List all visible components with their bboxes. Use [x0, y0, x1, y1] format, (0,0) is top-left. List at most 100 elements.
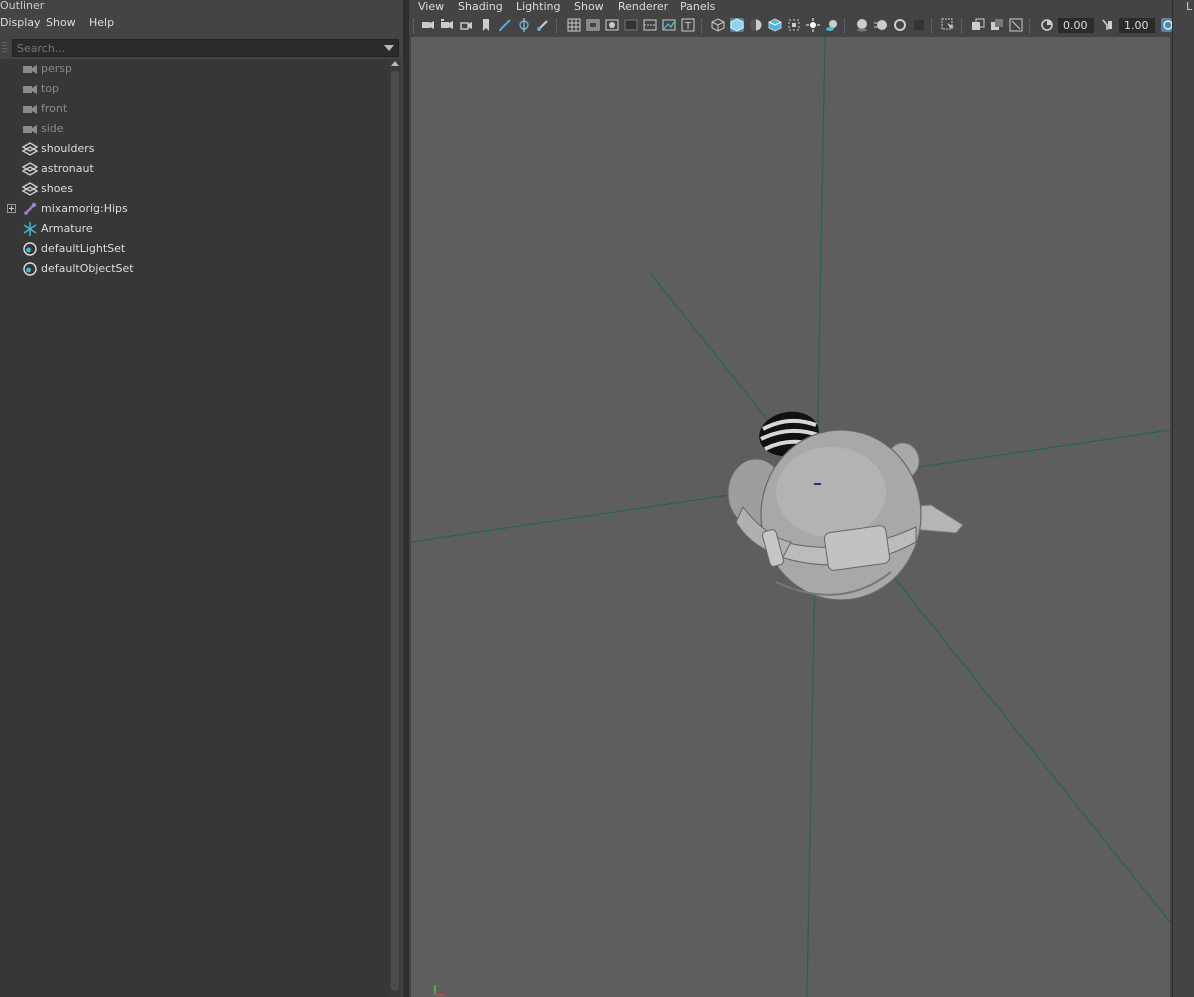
- gate-mask-icon[interactable]: [624, 18, 638, 32]
- tree-item-label: side: [41, 122, 64, 135]
- mesh-icon: [22, 142, 38, 156]
- screen-space-ao-icon[interactable]: [855, 18, 869, 32]
- axis-gizmo-icon: [434, 985, 445, 996]
- menu-lighting[interactable]: Lighting: [516, 0, 560, 14]
- camera-icon: [23, 105, 37, 114]
- menu-show[interactable]: Show: [574, 0, 604, 14]
- tree-item-defaultlightset[interactable]: defaultLightSet: [0, 239, 389, 259]
- toolbar-separator: [413, 19, 416, 33]
- tree-item-defaultobjectset[interactable]: defaultObjectSet: [0, 259, 389, 279]
- mesh-icon: [22, 162, 38, 176]
- camera-attributes-icon[interactable]: [440, 18, 454, 32]
- wireframe-icon[interactable]: [711, 18, 725, 32]
- xray-active-icon[interactable]: [990, 18, 1004, 32]
- camera-icon: [23, 65, 37, 74]
- shadows-icon[interactable]: [825, 18, 839, 32]
- tree-item-label: Armature: [41, 222, 93, 235]
- toolbar-separator: [961, 19, 964, 33]
- outliner-title: Outliner: [0, 0, 45, 12]
- exposure-icon[interactable]: [1040, 18, 1054, 32]
- search-dropdown-icon[interactable]: [384, 45, 394, 51]
- tree-item-top[interactable]: top: [0, 79, 389, 99]
- gamma-field[interactable]: 1.00: [1119, 18, 1155, 33]
- safe-action-icon[interactable]: [662, 18, 676, 32]
- safe-title-icon[interactable]: T: [681, 18, 695, 32]
- tree-item-persp[interactable]: persp: [0, 59, 389, 79]
- search-input[interactable]: [17, 40, 377, 56]
- outliner-menubar: Display Show Help: [0, 15, 403, 31]
- resolution-gate-icon[interactable]: [605, 18, 619, 32]
- menu-view[interactable]: View: [418, 0, 444, 14]
- toolbar-separator: [556, 19, 559, 33]
- tree-item-front[interactable]: front: [0, 99, 389, 119]
- antialiasing-icon[interactable]: [893, 18, 907, 32]
- isolate-select-icon[interactable]: [941, 18, 955, 32]
- scroll-up-arrow-icon[interactable]: [391, 61, 399, 66]
- tree-item-side[interactable]: side: [0, 119, 389, 139]
- set-icon: [23, 242, 37, 256]
- viewport-scene: [411, 37, 1170, 997]
- 3d-viewport[interactable]: [411, 37, 1170, 997]
- tree-item-mixamorig-hips[interactable]: mixamorig:Hips: [0, 199, 389, 219]
- tree-item-label: shoes: [41, 182, 73, 195]
- toolbar-separator: [1029, 19, 1032, 33]
- xray-joints-icon[interactable]: [971, 18, 985, 32]
- tree-item-label: persp: [41, 62, 72, 75]
- viewport-panel: View Shading Lighting Show Renderer Pane…: [409, 0, 1172, 997]
- right-panel-label: L: [1186, 0, 1193, 13]
- grid-icon[interactable]: [567, 18, 581, 32]
- tree-item-label: mixamorig:Hips: [41, 202, 128, 215]
- default-material-icon[interactable]: [749, 18, 763, 32]
- toolbar-separator: [931, 19, 934, 33]
- select-camera-icon[interactable]: [421, 18, 435, 32]
- use-all-lights-icon[interactable]: [806, 18, 820, 32]
- motion-blur-icon[interactable]: [874, 18, 888, 32]
- tree-item-label: defaultLightSet: [41, 242, 126, 255]
- tree-item-label: top: [41, 82, 60, 95]
- 2d-pan-zoom-icon[interactable]: [517, 18, 531, 32]
- camera-icon: [23, 125, 37, 134]
- exposure-field[interactable]: 0.00: [1058, 18, 1094, 33]
- grip-handle-icon[interactable]: [2, 40, 8, 56]
- tree-item-label: front: [41, 102, 68, 115]
- menu-panels[interactable]: Panels: [680, 0, 715, 14]
- xray-icon[interactable]: [787, 18, 801, 32]
- smooth-shade-all-icon[interactable]: [730, 18, 744, 32]
- expand-icon[interactable]: [7, 204, 16, 213]
- wireframe-on-shaded-icon[interactable]: [768, 18, 782, 32]
- astronaut-model: [727, 411, 964, 601]
- set-icon: [23, 262, 37, 276]
- tree-item-armature[interactable]: Armature: [0, 219, 389, 239]
- toolbar-separator: [701, 19, 704, 33]
- tree-item-label: shoulders: [41, 142, 95, 155]
- tree-item-astronaut[interactable]: astronaut: [0, 159, 389, 179]
- outliner-scrollbar[interactable]: [389, 59, 401, 997]
- menu-shading[interactable]: Shading: [458, 0, 503, 14]
- bookmarks-icon[interactable]: [459, 18, 473, 32]
- joint-icon: [24, 202, 37, 215]
- menu-show[interactable]: Show: [46, 15, 76, 31]
- color-management-icon[interactable]: [1161, 18, 1172, 32]
- hud-icon[interactable]: [1009, 18, 1023, 32]
- viewport-menubar: View Shading Lighting Show Renderer Pane…: [409, 0, 1172, 14]
- tree-item-shoulders[interactable]: shoulders: [0, 139, 389, 159]
- film-gate-icon[interactable]: [586, 18, 600, 32]
- menu-help[interactable]: Help: [89, 15, 114, 31]
- svg-text:T: T: [684, 21, 692, 32]
- depth-of-field-icon[interactable]: [912, 18, 926, 32]
- gamma-icon[interactable]: [1100, 18, 1114, 32]
- menu-renderer[interactable]: Renderer: [618, 0, 668, 14]
- menu-display[interactable]: Display: [0, 15, 41, 31]
- viewport-toolbar: T 0.00 1.00: [409, 16, 1172, 36]
- image-plane-icon[interactable]: [479, 18, 493, 32]
- right-side-panel: L: [1172, 0, 1194, 997]
- tree-item-shoes[interactable]: shoes: [0, 179, 389, 199]
- toolbar-separator: [844, 19, 847, 33]
- camera-icon: [23, 85, 37, 94]
- scroll-thumb[interactable]: [391, 71, 399, 991]
- brush-icon[interactable]: [536, 18, 550, 32]
- armature-icon: [23, 222, 37, 236]
- grease-pencil-icon[interactable]: [498, 18, 512, 32]
- field-chart-icon[interactable]: [643, 18, 657, 32]
- mesh-icon: [22, 182, 38, 196]
